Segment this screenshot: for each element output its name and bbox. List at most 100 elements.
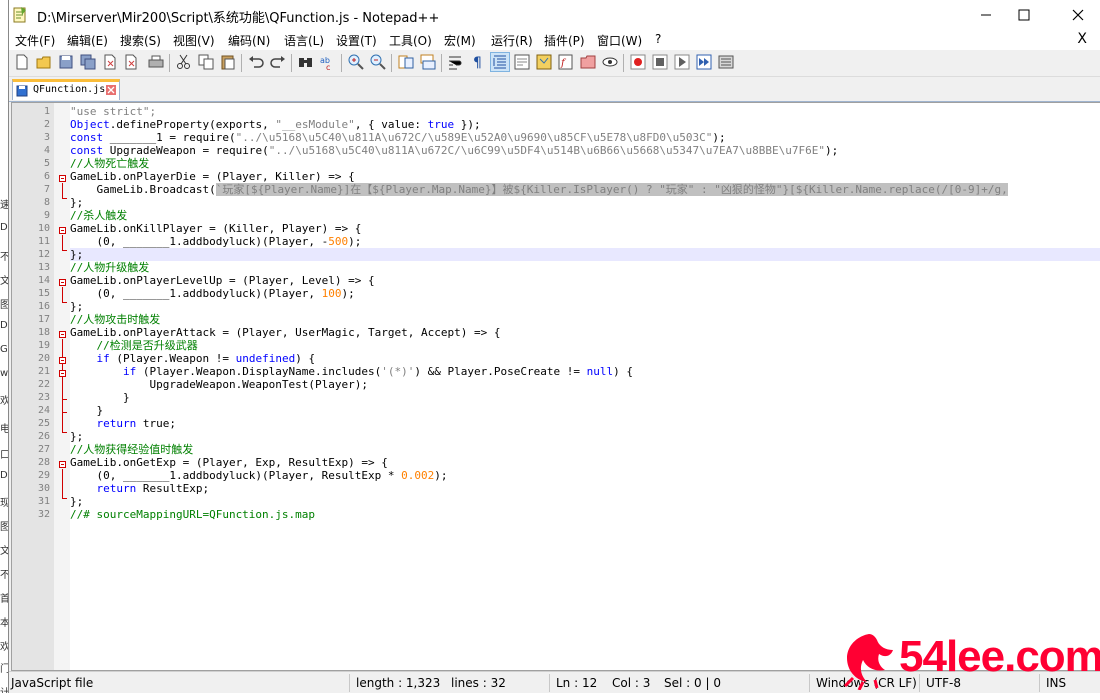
play-macro-icon[interactable] [673,53,691,71]
function-list-icon[interactable]: f [557,53,575,71]
fold-marker[interactable] [59,331,66,338]
line-number[interactable]: 32 [12,508,50,521]
close-document-button[interactable]: X [1077,31,1087,47]
close-window-button[interactable] [1055,0,1100,30]
line-number[interactable]: 18 [12,326,50,339]
line-number[interactable]: 27 [12,443,50,456]
save-macro-icon[interactable] [717,53,735,71]
bg-text: 电 [0,424,8,433]
menu-window[interactable]: 窗口(W) [597,32,642,49]
line-number[interactable]: 13 [12,261,50,274]
line-number[interactable]: 16 [12,300,50,313]
find-icon[interactable] [297,53,315,71]
menu-run[interactable]: 运行(R) [491,32,533,49]
line-number[interactable]: 17 [12,313,50,326]
zoom-out-icon[interactable] [369,53,387,71]
menu-search[interactable]: 搜索(S) [120,32,161,49]
fold-marker[interactable] [59,279,66,286]
fold-end [62,399,67,400]
stop-macro-icon[interactable] [651,53,669,71]
line-number[interactable]: 22 [12,378,50,391]
status-line-number[interactable]: Ln : 12 [556,676,597,690]
close-all-icon[interactable] [123,53,141,71]
menu-help[interactable]: ? [655,32,661,46]
line-number[interactable]: 26 [12,430,50,443]
menu-view[interactable]: 视图(V) [173,32,215,49]
fold-marker[interactable] [59,357,66,364]
line-number[interactable]: 20 [12,352,50,365]
fold-marker[interactable] [59,227,66,234]
code-editor[interactable]: 1 2 3 4 5 6 7 8 9 10 11 12 13 14 15 16 17 18 19 20 21 22 23 24 2… [11,102,1100,671]
watermark-text: 54lee.com [899,632,1100,681]
doc-map-icon[interactable] [535,53,553,71]
line-number[interactable]: 3 [12,131,50,144]
bg-text: 图 [0,522,8,531]
line-number[interactable]: 28 [12,456,50,469]
save-icon[interactable] [57,53,75,71]
line-number[interactable]: 11 [12,235,50,248]
line-number[interactable]: 7 [12,183,50,196]
line-number[interactable]: 14 [12,274,50,287]
line-number[interactable]: 1 [12,105,50,118]
line-number[interactable]: 12 [12,248,50,261]
close-icon[interactable] [101,53,119,71]
menu-language[interactable]: 语言(L) [284,32,324,49]
menu-encoding[interactable]: 编码(N) [228,32,270,49]
fold-marker[interactable] [59,175,66,182]
paste-icon[interactable] [219,53,237,71]
print-icon[interactable] [147,53,165,71]
show-all-chars-icon[interactable]: ¶ [469,53,487,71]
replace-icon[interactable]: abc [319,53,337,71]
line-number[interactable]: 29 [12,469,50,482]
copy-icon[interactable] [197,53,215,71]
maximize-button[interactable] [1001,0,1047,30]
line-number[interactable]: 2 [12,118,50,131]
open-file-icon[interactable] [35,53,53,71]
line-number[interactable]: 31 [12,495,50,508]
save-all-icon[interactable] [79,53,97,71]
line-number[interactable]: 25 [12,417,50,430]
menu-settings[interactable]: 设置(T) [336,32,377,49]
fold-marker[interactable] [59,461,66,468]
toolbar-separator [441,54,442,72]
menu-macro[interactable]: 宏(M) [444,32,476,49]
line-number[interactable]: 10 [12,222,50,235]
cut-icon[interactable] [175,53,193,71]
folder-workspace-icon[interactable] [579,53,597,71]
sync-horizontal-icon[interactable] [419,53,437,71]
menu-tools[interactable]: 工具(O) [389,32,432,49]
line-number[interactable]: 15 [12,287,50,300]
line-number[interactable]: 19 [12,339,50,352]
redo-icon[interactable] [269,53,287,71]
code-line-31: }; [70,495,84,508]
word-wrap-icon[interactable] [447,53,465,71]
line-number[interactable]: 6 [12,170,50,183]
line-number[interactable]: 8 [12,196,50,209]
run-macro-multiple-icon[interactable] [695,53,713,71]
new-file-icon[interactable] [13,53,31,71]
title-bar[interactable]: D:\Mirserver\Mir200\Script\系统功能\QFunctio… [9,0,1100,30]
tab-close-icon[interactable] [106,85,116,95]
tab-qfunction-js[interactable]: QFunction.js [12,79,120,100]
fold-marker[interactable] [59,370,66,377]
menu-plugins[interactable]: 插件(P) [544,32,585,49]
line-number[interactable]: 4 [12,144,50,157]
line-number[interactable]: 30 [12,482,50,495]
monitor-icon[interactable] [601,53,619,71]
undo-icon[interactable] [247,53,265,71]
line-number[interactable]: 9 [12,209,50,222]
menu-file[interactable]: 文件(F) [15,32,55,49]
zoom-in-icon[interactable] [347,53,365,71]
line-number[interactable]: 5 [12,157,50,170]
code-area[interactable]: "use strict"; Object.defineProperty(expo… [70,103,1100,670]
line-number[interactable]: 21 [12,365,50,378]
line-number[interactable]: 23 [12,391,50,404]
status-column[interactable]: Col : 3 [612,676,650,690]
indent-guide-icon[interactable] [490,52,510,72]
record-macro-icon[interactable] [629,53,647,71]
line-number[interactable]: 24 [12,404,50,417]
menu-edit[interactable]: 编辑(E) [67,32,108,49]
udl-icon[interactable] [513,53,531,71]
sync-vertical-icon[interactable] [397,53,415,71]
status-selection[interactable]: Sel : 0 | 0 [664,676,721,690]
